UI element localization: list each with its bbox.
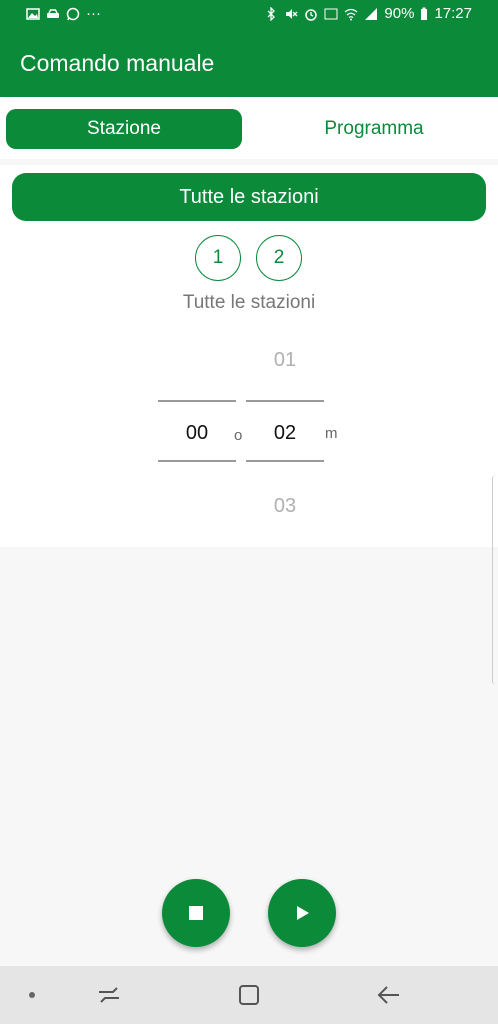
minutes-unit: m <box>325 425 338 442</box>
app-bar: Comando manuale <box>0 30 498 97</box>
minutes-previous[interactable]: 01 <box>246 349 324 372</box>
car-icon <box>47 8 59 18</box>
page-title: Comando manuale <box>20 50 215 76</box>
back-icon <box>377 986 399 1004</box>
station-button-1[interactable]: 1 <box>195 235 241 281</box>
mute-icon <box>286 8 298 19</box>
selected-stations-label: Tutte le stazioni <box>182 292 316 313</box>
recent-apps-icon <box>99 987 119 1003</box>
nav-recent-apps[interactable] <box>96 982 122 1008</box>
bluetooth-icon <box>267 6 276 21</box>
status-right: 90% 17:27 <box>264 5 472 22</box>
tab-programma[interactable]: Programma <box>256 109 492 149</box>
more-notifications: ··· <box>86 5 101 22</box>
edge-panel-handle[interactable] <box>492 475 498 685</box>
signal-icon <box>365 7 378 20</box>
hours-unit: o <box>234 427 243 444</box>
clock-time: 17:27 <box>434 5 472 22</box>
minutes-divider-top <box>246 400 324 402</box>
wifi-icon <box>345 8 358 20</box>
station-button-2[interactable]: 2 <box>256 235 302 281</box>
battery-percentage: 90% <box>384 5 415 22</box>
station-panel: Tutte le stazioni 1 2 Tutte le stazioni … <box>0 165 498 547</box>
system-nav-bar <box>0 966 498 1024</box>
whatsapp-icon <box>66 7 80 20</box>
stop-button[interactable] <box>162 879 230 947</box>
play-button[interactable] <box>268 879 336 947</box>
status-bar: ··· 90% 17:27 <box>0 0 498 30</box>
hours-current[interactable]: 00 <box>158 422 236 445</box>
status-left: ··· <box>26 5 101 22</box>
minutes-current[interactable]: 02 <box>246 422 324 445</box>
battery-icon <box>421 7 428 20</box>
tab-bar: Stazione Programma <box>0 97 498 159</box>
minutes-divider-bottom <box>246 460 324 462</box>
alarm-icon <box>305 8 318 21</box>
hours-divider-bottom <box>158 460 236 462</box>
nav-dot[interactable] <box>19 982 45 1008</box>
image-icon <box>26 7 40 20</box>
minutes-next[interactable]: 03 <box>246 495 324 518</box>
tab-stazione[interactable]: Stazione <box>6 109 242 149</box>
play-icon <box>297 906 309 920</box>
home-icon <box>239 985 259 1005</box>
volte-icon <box>324 8 338 19</box>
dot-icon <box>29 992 35 998</box>
hours-divider-top <box>158 400 236 402</box>
nav-home[interactable] <box>236 982 262 1008</box>
nav-back[interactable] <box>376 982 402 1008</box>
stop-icon <box>189 906 203 920</box>
all-stations-button[interactable]: Tutte le stazioni <box>12 173 486 221</box>
